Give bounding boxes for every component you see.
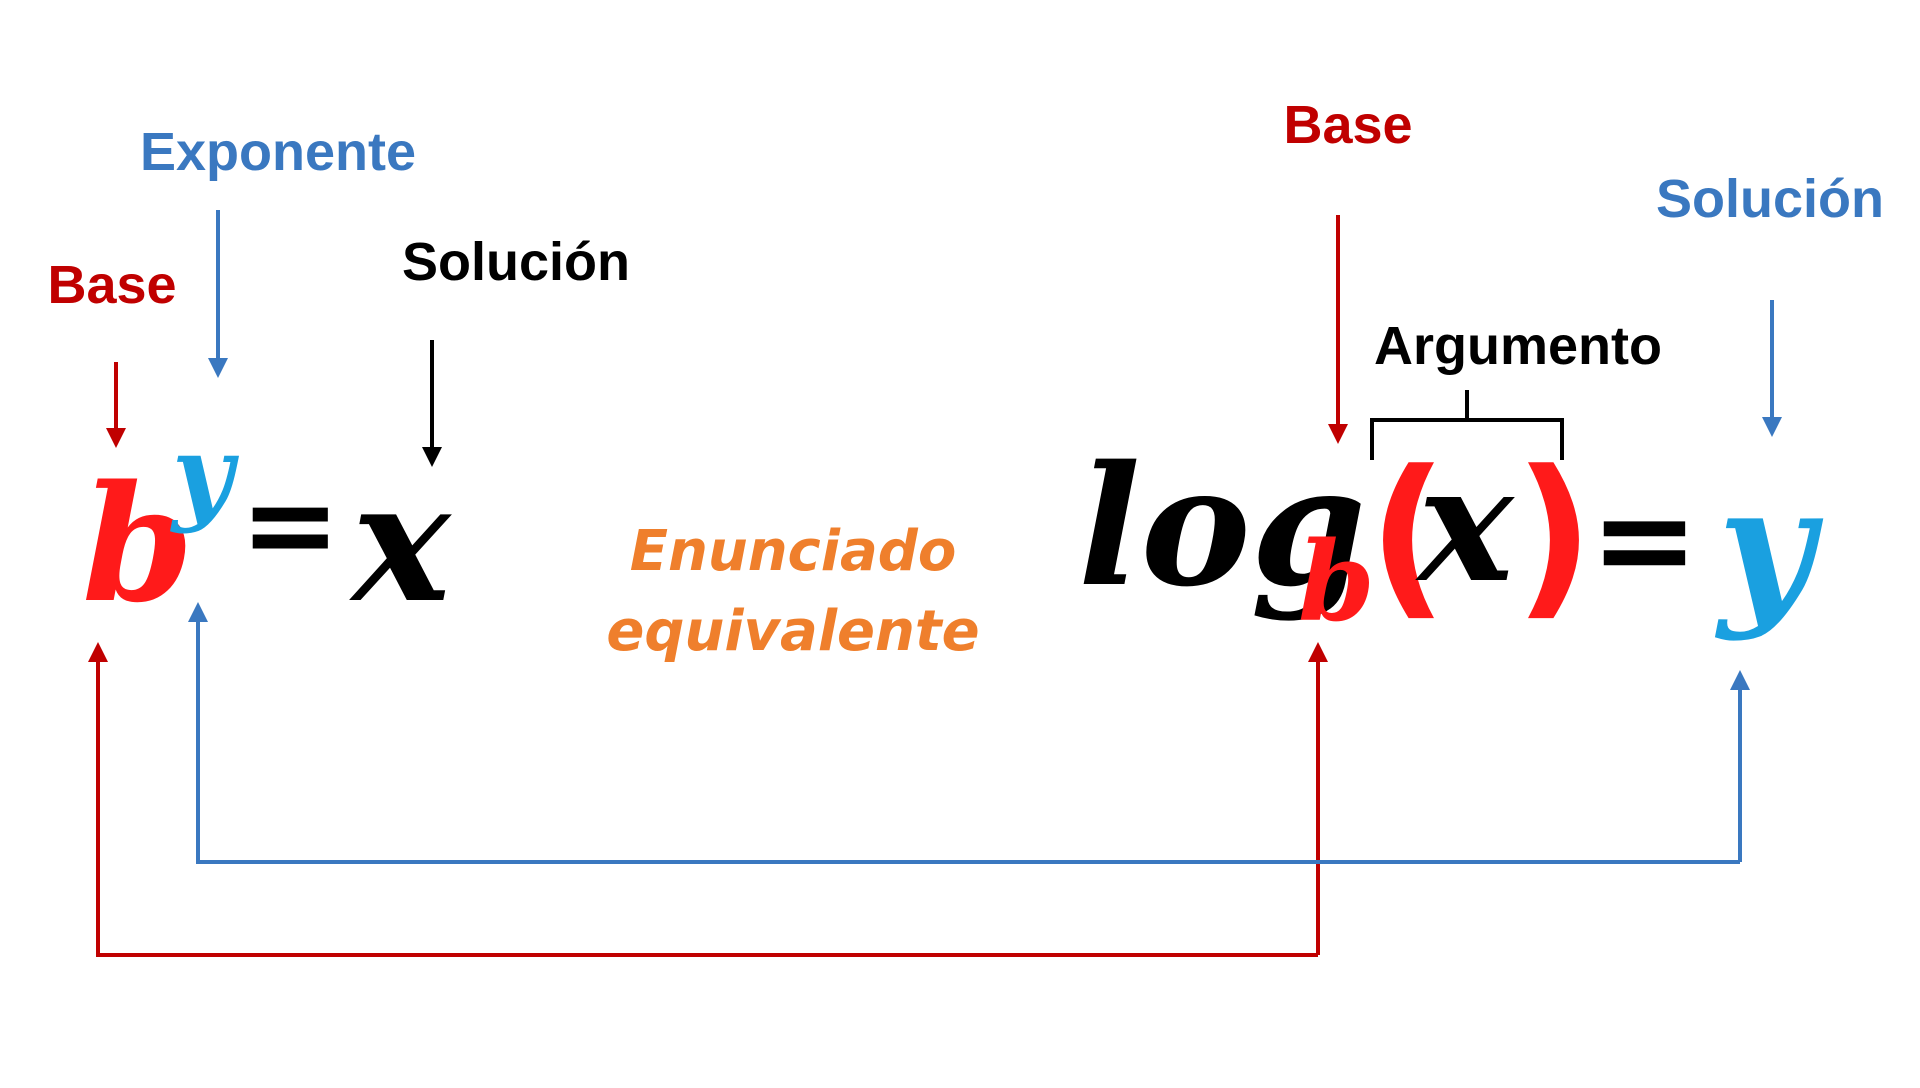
exp-equals-sign: = [240,456,341,595]
equivalent-statement-line2: equivalente [606,599,979,664]
log-solution-label: Solución [1656,169,1884,229]
exp-exponent-symbol: y [170,411,240,535]
exp-solution-label: Solución [402,232,630,292]
logarithm-diagram: Base Exponente Solución b y = x Enunciad… [47,95,1884,957]
base-connector [88,642,1318,957]
log-argument-symbol: x [1415,430,1515,618]
equivalent-statement-line1: Enunciado [630,519,957,584]
exp-exponent-label: Exponente [140,122,416,182]
log-result-symbol: y [1714,449,1824,643]
log-equals-sign: = [1590,463,1699,615]
log-argument-label: Argumento [1374,316,1662,376]
log-base-symbol: b [1298,517,1375,646]
log-close-paren: ) [1514,434,1594,637]
log-base-label: Base [1283,95,1412,155]
exp-base-label: Base [47,255,176,315]
exp-result-symbol: x [349,445,452,639]
